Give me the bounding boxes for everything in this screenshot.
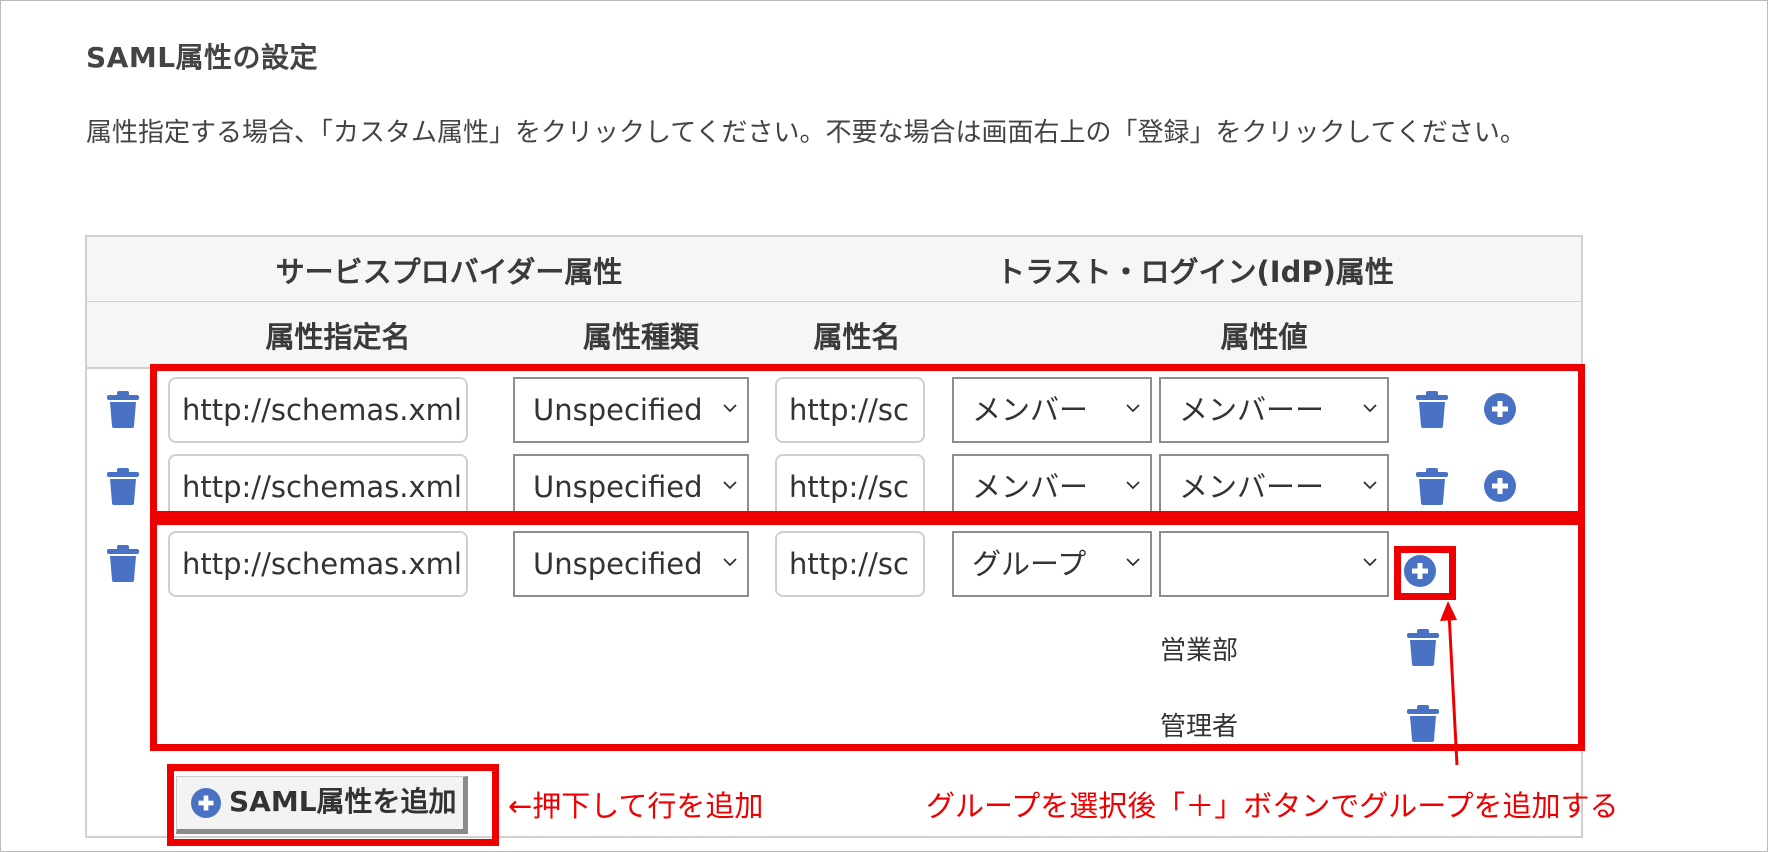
table-column-header-row: 属性指定名 属性種類 属性名 属性値	[85, 301, 1583, 369]
table-group-header-row: サービスプロバイダー属性 トラスト・ログイン(IdP)属性	[85, 235, 1583, 303]
header-idp-attributes: トラスト・ログイン(IdP)属性	[996, 255, 1394, 289]
highlight-member-rows	[150, 364, 1585, 518]
section-title: SAML属性の設定	[86, 41, 319, 74]
annotation-add-row: ←押下して行を追加	[508, 789, 764, 823]
header-attr-name: 属性名	[813, 320, 901, 354]
header-attr-spec-name: 属性指定名	[265, 320, 411, 354]
header-attr-value: 属性値	[1220, 320, 1308, 354]
trash-icon[interactable]	[107, 467, 139, 505]
header-sp-attributes: サービスプロバイダー属性	[275, 255, 623, 289]
highlight-group-row	[150, 518, 1585, 751]
section-description: 属性指定する場合、「カスタム属性」をクリックしてください。不要な場合は画面右上の…	[86, 118, 1526, 148]
header-attr-type: 属性種類	[582, 320, 700, 354]
annotation-arrow	[1440, 601, 1459, 766]
highlight-add-attribute-button	[167, 764, 499, 846]
annotation-add-group: グループを選択後「＋」ボタンでグループを追加する	[926, 789, 1619, 823]
trash-icon[interactable]	[107, 390, 139, 428]
trash-icon[interactable]	[107, 544, 139, 582]
highlight-add-group-button	[1394, 546, 1456, 600]
